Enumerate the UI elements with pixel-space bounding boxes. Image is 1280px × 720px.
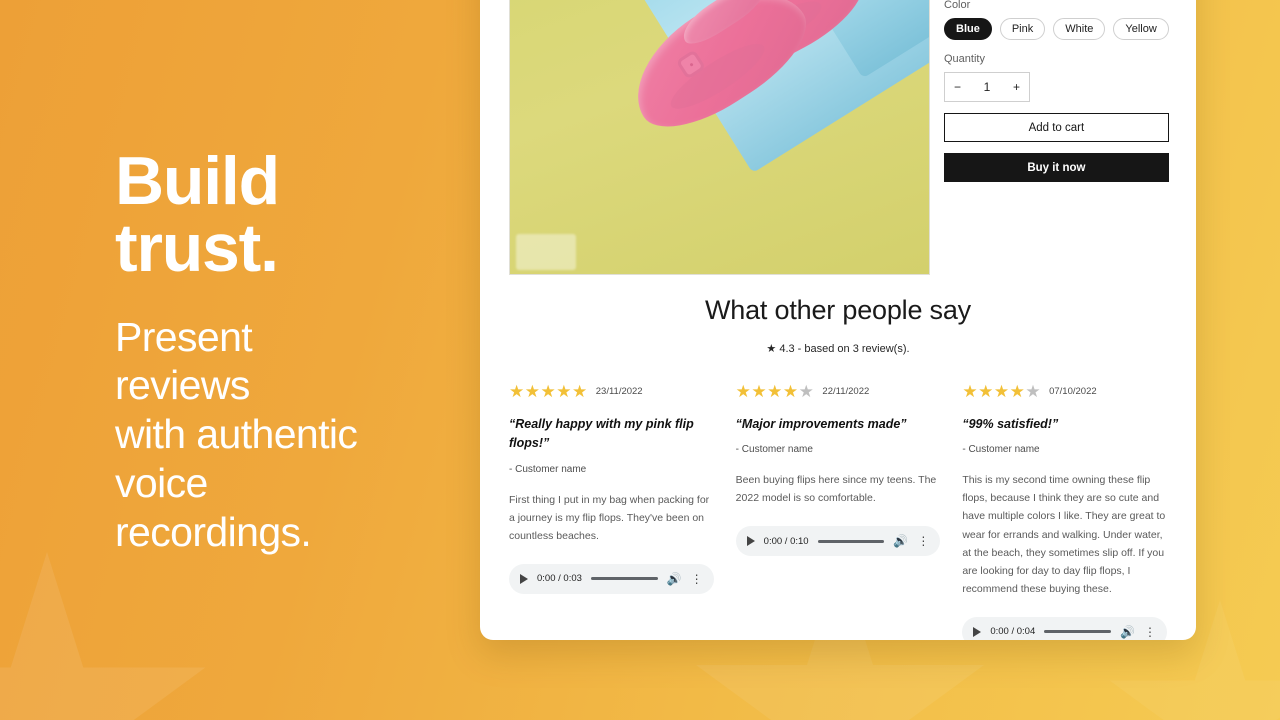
hero-copy: Build trust. Present reviews with authen… bbox=[115, 143, 455, 557]
audio-time: 0:00 / 0:03 bbox=[537, 573, 582, 585]
review-date: 23/11/2022 bbox=[595, 386, 643, 397]
color-option-white[interactable]: White bbox=[1053, 18, 1106, 40]
hero-title: Build trust. bbox=[115, 143, 280, 287]
color-option-yellow[interactable]: Yellow bbox=[1113, 18, 1169, 40]
star-filled-icon: ★ bbox=[735, 382, 752, 401]
color-option-pink[interactable]: Pink bbox=[999, 18, 1046, 40]
review-body: This is my second time owning these flip… bbox=[962, 474, 1166, 595]
review-card: ★★★★★ 23/11/2022 “Really happy with my pin… bbox=[509, 383, 714, 640]
review-author: - Customer name bbox=[962, 444, 1040, 456]
color-option-group: Blue Pink White Yellow bbox=[944, 18, 1169, 40]
photo-watermark bbox=[516, 234, 576, 270]
review-body: Been buying flips here since my teens. T… bbox=[735, 474, 937, 505]
play-icon[interactable] bbox=[746, 536, 755, 547]
add-to-cart-button[interactable]: Add to cart bbox=[944, 113, 1169, 142]
review-date: 07/10/2022 bbox=[1049, 386, 1097, 397]
star-empty-icon: ★ bbox=[1025, 382, 1042, 401]
hero-subtitle: Present reviews with authentic voice rec… bbox=[115, 313, 358, 555]
review-date: 22/11/2022 bbox=[822, 386, 870, 397]
product-section: Tax included. Size XSSMLXL Color BluePin… bbox=[480, 0, 1196, 275]
review-author: - Customer name bbox=[735, 444, 813, 456]
audio-player[interactable]: 0:00 / 0:04 🔊 ⋮ bbox=[962, 616, 1168, 640]
review-title: “Major improvements made” bbox=[735, 417, 907, 431]
star-filled-icon: ★ bbox=[782, 382, 799, 401]
star-filled-icon: ★ bbox=[556, 382, 572, 401]
volume-icon[interactable]: 🔊 bbox=[1120, 625, 1135, 639]
star-empty-icon: ★ bbox=[798, 382, 815, 401]
quantity-decrement-button[interactable]: − bbox=[954, 80, 961, 94]
star-filled-icon: ★ bbox=[962, 382, 979, 401]
color-label: Color bbox=[944, 0, 971, 11]
review-card: ★★★★★ 22/11/2022 “Major improvements made”… bbox=[735, 383, 941, 640]
product-media bbox=[480, 0, 930, 275]
quantity-increment-button[interactable]: + bbox=[1013, 80, 1020, 94]
quantity-label: Quantity bbox=[944, 53, 985, 65]
reviews-title: What other people say bbox=[705, 295, 971, 325]
review-title: “99% satisfied!” bbox=[962, 417, 1059, 431]
star-filled-icon: ★ bbox=[509, 382, 525, 401]
reviews-summary: ★ 4.3 - based on 3 review(s). bbox=[766, 343, 910, 355]
review-header: ★★★★★ 22/11/2022 bbox=[736, 383, 941, 400]
star-filled-icon: ★ bbox=[1009, 382, 1026, 401]
star-rating-icon: ★★★★★ bbox=[736, 383, 815, 400]
audio-player[interactable]: 0:00 / 0:10 🔊 ⋮ bbox=[735, 526, 941, 557]
review-header: ★★★★★ 07/10/2022 bbox=[962, 383, 1167, 400]
audio-progress-bar[interactable] bbox=[1044, 630, 1112, 634]
color-option-blue[interactable]: Blue bbox=[944, 18, 992, 40]
more-options-icon[interactable]: ⋮ bbox=[1144, 626, 1156, 638]
star-filled-icon: ★ bbox=[540, 382, 557, 401]
star-filled-icon: ★ bbox=[751, 382, 768, 401]
audio-progress-bar[interactable] bbox=[817, 539, 885, 543]
reviews-list: ★★★★★ 23/11/2022 “Really happy with my pin… bbox=[509, 383, 1168, 640]
more-options-icon[interactable]: ⋮ bbox=[691, 573, 703, 585]
product-options: Tax included. Size XSSMLXL Color BluePin… bbox=[930, 0, 1196, 247]
more-options-icon[interactable]: ⋮ bbox=[917, 535, 929, 547]
play-icon[interactable] bbox=[520, 573, 528, 584]
play-icon[interactable] bbox=[973, 626, 982, 637]
review-header: ★★★★★ 23/11/2022 bbox=[509, 383, 714, 400]
star-rating-icon: ★★★★★ bbox=[509, 383, 588, 400]
review-title: “Really happy with my pink flip flops!” bbox=[509, 417, 694, 451]
volume-icon[interactable]: 🔊 bbox=[893, 534, 908, 548]
star-filled-icon: ★ bbox=[767, 382, 783, 401]
audio-time: 0:00 / 0:04 bbox=[990, 626, 1036, 638]
product-image[interactable] bbox=[509, 0, 930, 275]
quantity-value[interactable]: 1 bbox=[984, 80, 991, 94]
star-rating-icon: ★★★★★ bbox=[962, 383, 1041, 400]
volume-icon[interactable]: 🔊 bbox=[667, 572, 682, 586]
review-author: - Customer name bbox=[509, 463, 587, 475]
review-body: First thing I put in my bag when packing… bbox=[509, 493, 710, 542]
star-filled-icon: ★ bbox=[572, 382, 588, 401]
star-filled-icon: ★ bbox=[993, 382, 1010, 401]
audio-progress-bar[interactable] bbox=[590, 577, 658, 581]
buy-it-now-button[interactable]: Buy it now bbox=[944, 153, 1169, 182]
quantity-stepper[interactable]: − 1 + bbox=[944, 72, 1030, 102]
audio-time: 0:00 / 0:10 bbox=[763, 535, 809, 547]
reviews-section: What other people say ★ 4.3 - based on 3… bbox=[480, 295, 1196, 640]
audio-player[interactable]: 0:00 / 0:03 🔊 ⋮ bbox=[509, 563, 714, 594]
product-page-card: Tax included. Size XSSMLXL Color BluePin… bbox=[480, 0, 1196, 640]
review-card: ★★★★★ 07/10/2022 “99% satisfied!” - Custome… bbox=[962, 383, 1168, 640]
star-filled-icon: ★ bbox=[524, 382, 541, 401]
star-filled-icon: ★ bbox=[978, 382, 994, 401]
